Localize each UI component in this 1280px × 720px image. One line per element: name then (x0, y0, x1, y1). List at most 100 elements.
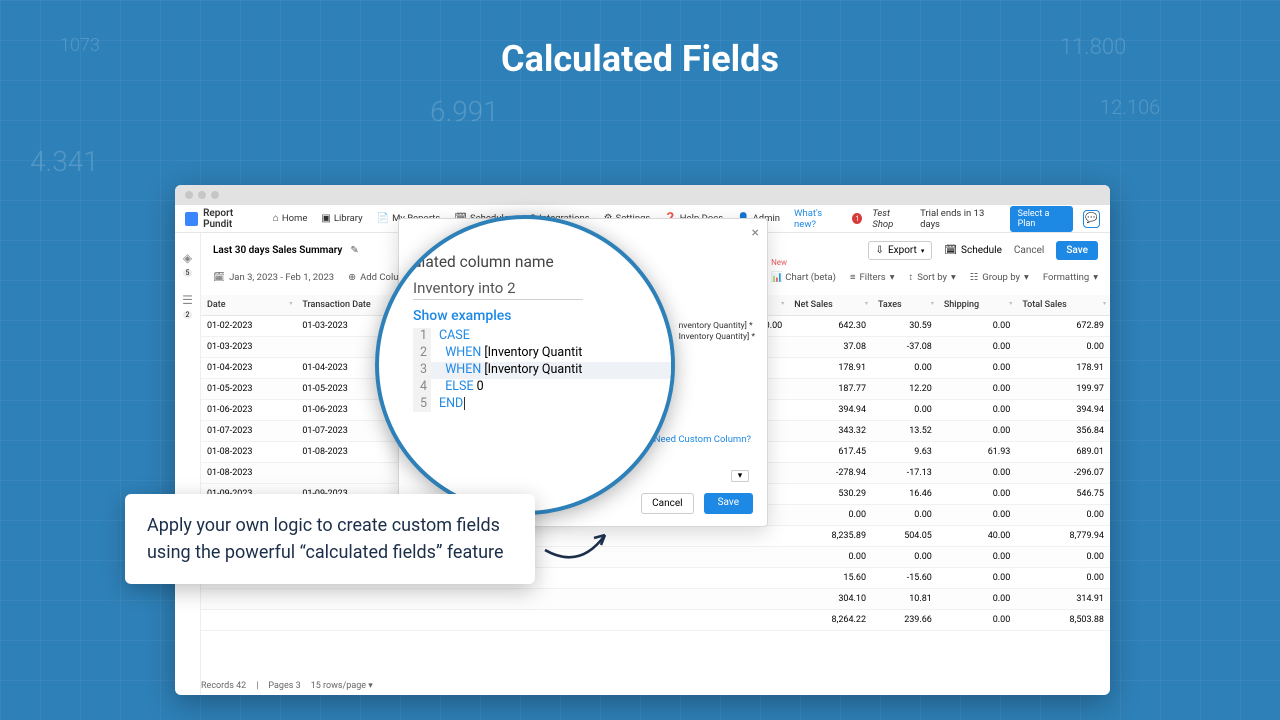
records-count: Records 42 (201, 681, 246, 691)
column-name-input[interactable]: Inventory into 2 (413, 279, 583, 300)
brand[interactable]: Report Pundit (185, 208, 261, 230)
cell: 0.00 (1016, 547, 1110, 568)
show-examples-link[interactable]: Show examples (413, 308, 671, 324)
date-range-picker[interactable]: 🗓Jan 3, 2023 - Feb 1, 2023 (213, 272, 334, 283)
whats-new-link[interactable]: What's new? (794, 208, 842, 230)
cell: 01-08-2023 (201, 442, 296, 463)
cell: 530.29 (788, 484, 872, 505)
chevron-down-icon: ▾ (890, 272, 895, 283)
chart-beta-button[interactable]: New📊 Chart (beta) (771, 272, 836, 283)
cell (430, 610, 531, 631)
cell (630, 547, 717, 568)
rows-per-page-select[interactable]: 15 rows/page ▾ (311, 681, 373, 691)
dialog-cancel-button[interactable]: Cancel (641, 493, 693, 514)
cell: 0.00 (1016, 337, 1110, 358)
column-header[interactable]: Date▾ (201, 295, 296, 316)
schedule-button[interactable]: 🗓Schedule (944, 245, 1002, 256)
cell: 0.00 (872, 358, 938, 379)
chevron-down-icon: ▾ (368, 681, 373, 691)
cell: 8,235.89 (788, 526, 872, 547)
formatting-button[interactable]: Formatting ▾ (1043, 272, 1098, 283)
cell: 0.00 (938, 400, 1016, 421)
cell: 15.60 (788, 568, 872, 589)
column-header[interactable]: Shipping▾ (938, 295, 1016, 316)
plus-icon: ⊕ (348, 272, 356, 283)
cell: -37.08 (872, 337, 938, 358)
cell: 394.94 (1016, 400, 1110, 421)
library-icon: ▣ (321, 213, 330, 224)
cell: 8,779.94 (1016, 526, 1110, 547)
sort-icon: ↕ (908, 272, 913, 283)
cell: 01-08-2023 (201, 463, 296, 484)
bg-number: 12.106 (1100, 95, 1160, 119)
magnifier-lens: ulated column name Inventory into 2 Show… (375, 215, 675, 515)
cell: 40.00 (938, 526, 1016, 547)
cell: 13.52 (872, 421, 938, 442)
table-row[interactable]: 304.1010.810.00314.91 (201, 589, 1110, 610)
cell: 10.81 (872, 589, 938, 610)
edit-title-icon[interactable]: ✎ (350, 245, 358, 256)
cell: 0.00 (788, 547, 872, 568)
cell: 0.00 (1016, 505, 1110, 526)
filter-icon: ≡ (850, 272, 856, 283)
cell: 546.75 (1016, 484, 1110, 505)
chevron-down-icon: ▾ (921, 247, 925, 255)
cell (716, 526, 788, 547)
brand-name: Report Pundit (203, 208, 261, 230)
column-header[interactable]: Net Sales▾ (788, 295, 872, 316)
cell: 61.93 (938, 442, 1016, 463)
calendar-icon: 🗓 (213, 272, 225, 283)
cell: 672.89 (1016, 316, 1110, 337)
report-title: Last 30 days Sales Summary (213, 245, 342, 256)
cell (716, 610, 788, 631)
chevron-down-icon: ▾ (951, 272, 956, 283)
window-dot[interactable] (185, 191, 193, 199)
cell: 617.45 (788, 442, 872, 463)
rail-diamond-icon[interactable]: ◈ (181, 251, 195, 265)
cell: 8,503.88 (1016, 610, 1110, 631)
cancel-button[interactable]: Cancel (1014, 245, 1044, 256)
sort-by-button[interactable]: ↕Sort by ▾ (908, 272, 955, 283)
window-dot[interactable] (198, 191, 206, 199)
bg-number: 4.341 (30, 145, 99, 178)
column-header[interactable]: Total Sales▾ (1016, 295, 1110, 316)
cell (296, 610, 429, 631)
chat-icon[interactable]: 💬 (1083, 210, 1100, 228)
cell: 642.30 (788, 316, 872, 337)
rail-list-icon[interactable]: ☰ (181, 293, 195, 307)
cell: 0.00 (938, 505, 1016, 526)
cell: 314.91 (1016, 589, 1110, 610)
cell: 0.00 (938, 463, 1016, 484)
type-select[interactable]: ▾ (731, 470, 749, 482)
nav-home[interactable]: ⌂Home (273, 213, 308, 224)
save-button[interactable]: Save (1056, 241, 1098, 260)
cell: 356.84 (1016, 421, 1110, 442)
cell (630, 610, 717, 631)
window-dot[interactable] (211, 191, 219, 199)
window-titlebar (175, 185, 1110, 205)
dialog-save-button[interactable]: Save (704, 493, 753, 514)
cell: 01-03-2023 (201, 337, 296, 358)
need-custom-column-link[interactable]: Need Custom Column? (654, 434, 751, 445)
nav-library[interactable]: ▣Library (321, 213, 362, 224)
column-header[interactable]: Taxes▾ (872, 295, 938, 316)
cell: 0.00 (938, 316, 1016, 337)
export-button[interactable]: ⇩Export▾ (868, 241, 933, 260)
select-plan-button[interactable]: Select a Plan (1010, 206, 1074, 232)
cell: 0.00 (938, 547, 1016, 568)
cell: 12.20 (872, 379, 938, 400)
brand-logo-icon (185, 212, 198, 226)
filters-button[interactable]: ≡Filters ▾ (850, 272, 894, 283)
formula-editor[interactable]: 1CASE 2 WHEN [Inventory Quantit 3 WHEN [… (413, 328, 671, 412)
cell: 0.00 (938, 421, 1016, 442)
table-row[interactable]: 8,264.22239.660.008,503.88 (201, 610, 1110, 631)
cell: -278.94 (788, 463, 872, 484)
cell: 199.97 (1016, 379, 1110, 400)
feature-callout: Apply your own logic to create custom fi… (125, 494, 535, 584)
cell: 01-05-2023 (201, 379, 296, 400)
group-by-button[interactable]: ☷Group by ▾ (970, 272, 1029, 283)
dialog-close-button[interactable]: × (752, 225, 759, 241)
cell: 304.10 (788, 589, 872, 610)
cell (530, 589, 629, 610)
cell: 0.00 (788, 505, 872, 526)
